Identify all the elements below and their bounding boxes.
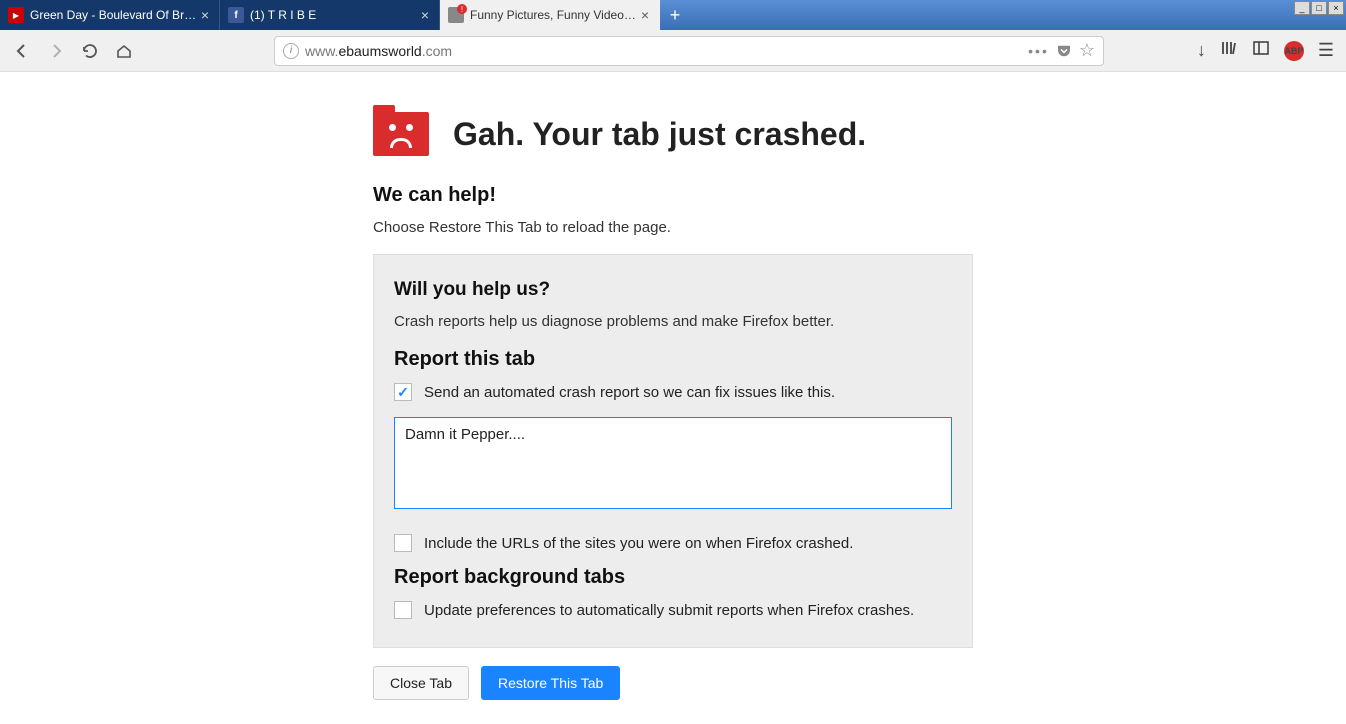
tab-facebook[interactable]: (1) T R I B E × (220, 0, 440, 30)
tab-title: Funny Pictures, Funny Videos | eB (470, 8, 637, 22)
ebaums-icon (448, 7, 464, 23)
crash-page: Gah. Your tab just crashed. We can help!… (373, 72, 973, 724)
crash-title: Gah. Your tab just crashed. (453, 116, 866, 153)
pocket-icon[interactable] (1055, 42, 1073, 60)
maximize-button[interactable]: □ (1311, 1, 1327, 15)
close-icon[interactable]: × (637, 7, 653, 23)
send-report-checkbox[interactable] (394, 383, 412, 401)
forward-button[interactable] (42, 37, 70, 65)
back-button[interactable] (8, 37, 36, 65)
sidebar-icon[interactable] (1252, 39, 1270, 62)
panel-heading: Will you help us? (394, 279, 952, 301)
help-heading: We can help! (373, 184, 973, 207)
close-icon[interactable]: × (197, 7, 213, 23)
home-button[interactable] (110, 37, 138, 65)
panel-text: Crash reports help us diagnose problems … (394, 313, 952, 330)
tab-ebaums[interactable]: Funny Pictures, Funny Videos | eB × (440, 0, 660, 30)
adblock-icon[interactable]: ABP (1284, 41, 1304, 61)
page-actions-icon[interactable]: ••• (1028, 43, 1049, 59)
toolbar-right: ↓ ABP ☰ (1197, 39, 1338, 62)
content-area: Gah. Your tab just crashed. We can help!… (0, 72, 1346, 724)
tab-strip: Green Day - Boulevard Of Broken × (1) T … (0, 0, 690, 30)
include-urls-label: Include the URLs of the sites you were o… (424, 535, 853, 552)
sad-folder-icon (373, 112, 429, 156)
youtube-icon (8, 7, 24, 23)
url-bar[interactable]: i www.ebaumsworld.com ••• ☆ (274, 36, 1104, 66)
report-heading: Report this tab (394, 348, 952, 371)
reload-button[interactable] (76, 37, 104, 65)
arrow-left-icon (12, 41, 32, 61)
bg-heading: Report background tabs (394, 566, 952, 589)
help-text: Choose Restore This Tab to reload the pa… (373, 219, 973, 236)
crash-comment-input[interactable] (394, 417, 952, 509)
downloads-icon[interactable]: ↓ (1197, 40, 1206, 61)
tab-youtube[interactable]: Green Day - Boulevard Of Broken × (0, 0, 220, 30)
reload-icon (81, 42, 99, 60)
report-panel: Will you help us? Crash reports help us … (373, 254, 973, 648)
url-text: www.ebaumsworld.com (305, 43, 1022, 59)
restore-tab-button[interactable]: Restore This Tab (481, 666, 620, 700)
tab-title: Green Day - Boulevard Of Broken (30, 8, 197, 22)
bookmark-star-icon[interactable]: ☆ (1079, 40, 1095, 61)
site-info-icon[interactable]: i (283, 43, 299, 59)
bg-checkbox[interactable] (394, 601, 412, 619)
arrow-right-icon (46, 41, 66, 61)
titlebar: Green Day - Boulevard Of Broken × (1) T … (0, 0, 1346, 30)
bg-label: Update preferences to automatically subm… (424, 602, 914, 619)
send-report-label: Send an automated crash report so we can… (424, 384, 835, 401)
toolbar: i www.ebaumsworld.com ••• ☆ ↓ ABP ☰ (0, 30, 1346, 72)
menu-icon[interactable]: ☰ (1318, 40, 1334, 61)
tab-title: (1) T R I B E (250, 8, 417, 22)
include-urls-checkbox[interactable] (394, 534, 412, 552)
new-tab-button[interactable]: + (660, 0, 690, 30)
library-icon[interactable] (1220, 39, 1238, 62)
home-icon (115, 42, 133, 60)
close-tab-button[interactable]: Close Tab (373, 666, 469, 700)
close-icon[interactable]: × (417, 7, 433, 23)
minimize-button[interactable]: _ (1294, 1, 1310, 15)
facebook-icon (228, 7, 244, 23)
window-controls: _ □ × (1294, 1, 1344, 15)
close-window-button[interactable]: × (1328, 1, 1344, 15)
